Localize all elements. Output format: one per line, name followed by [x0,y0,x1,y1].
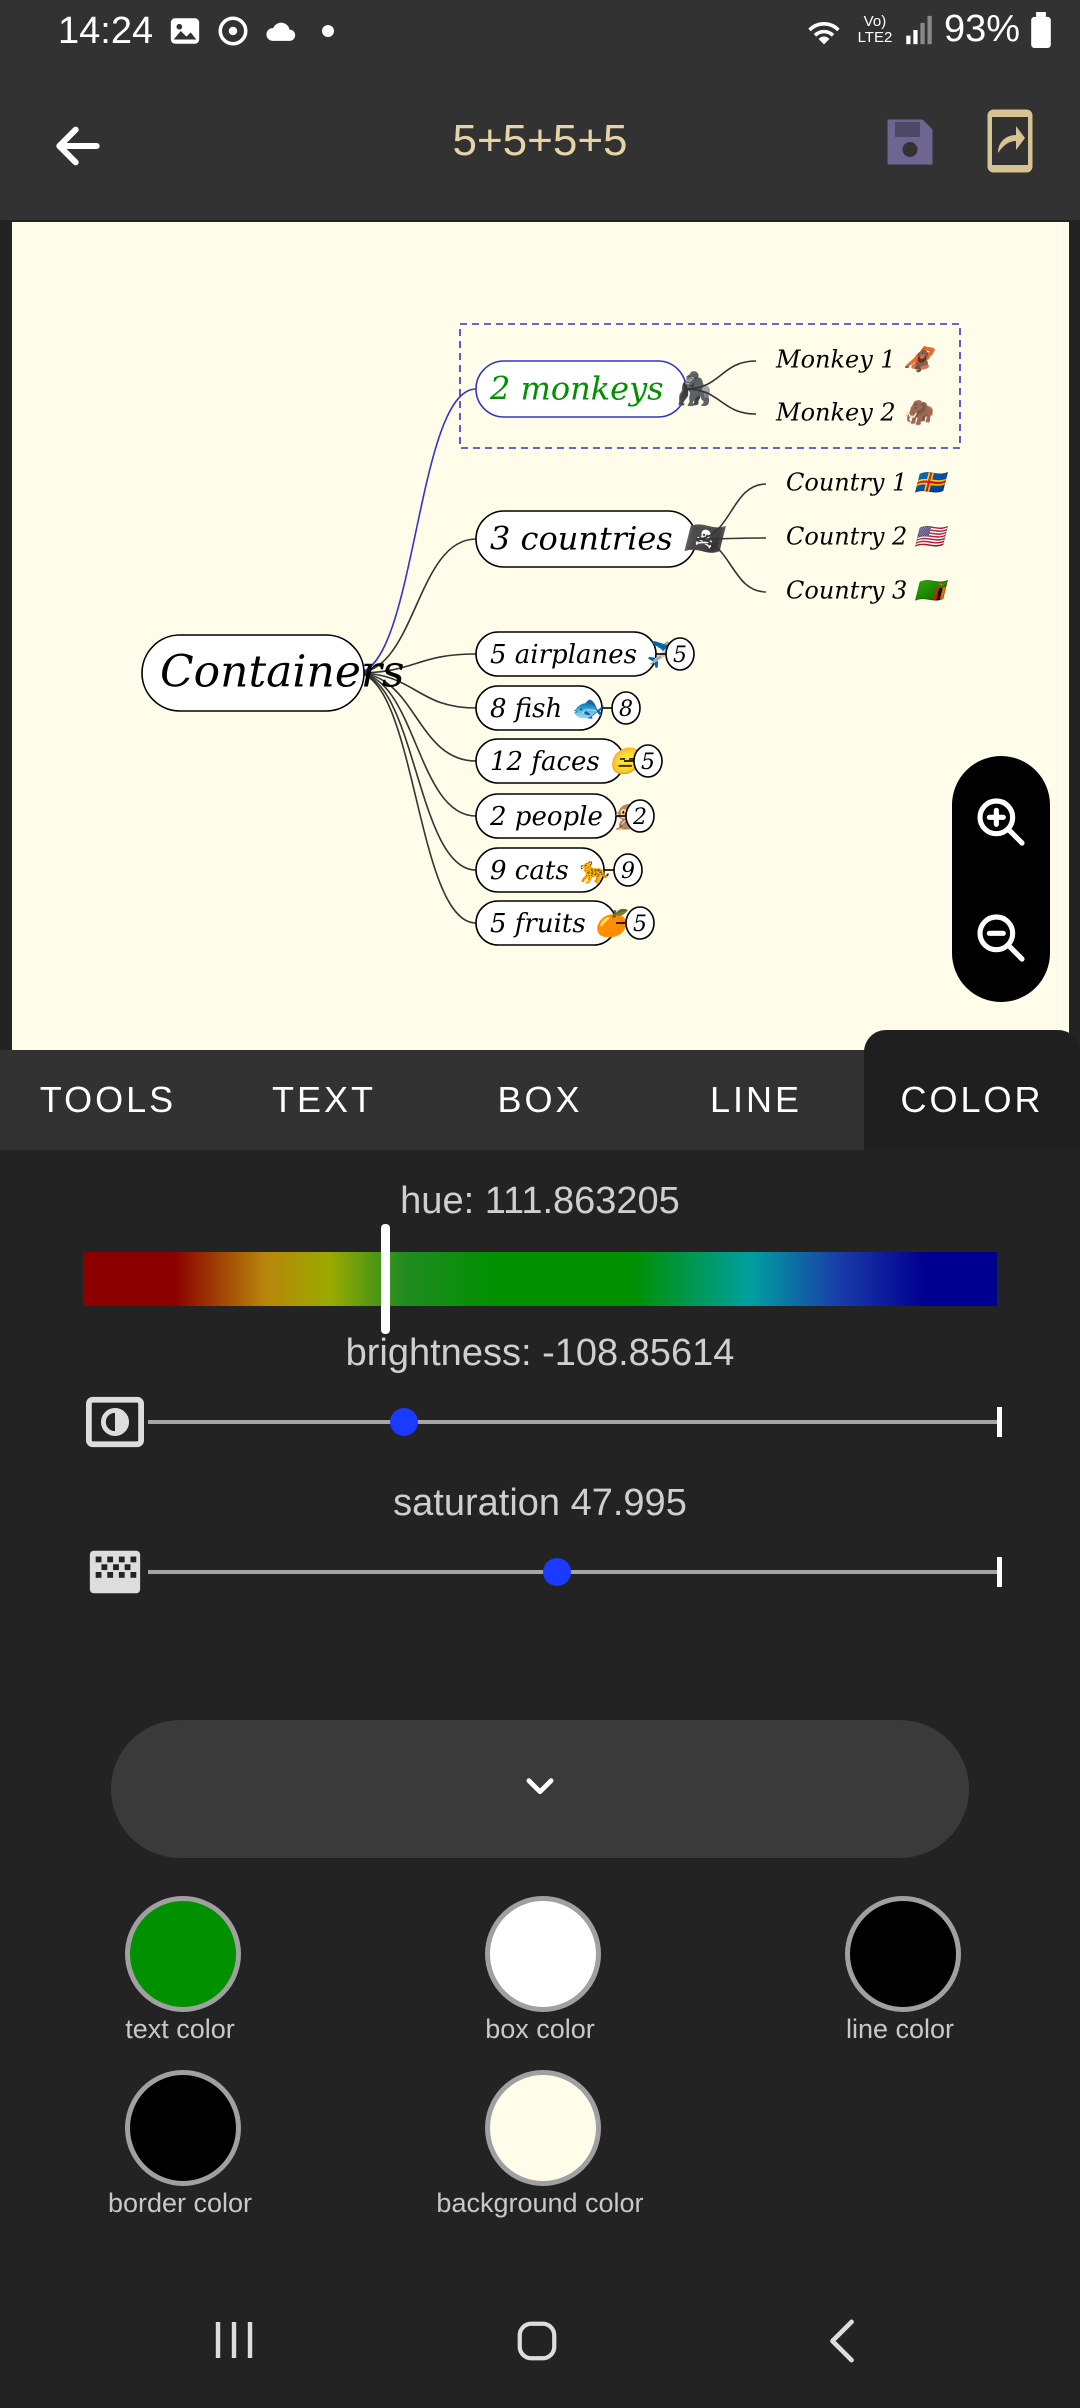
box-color-swatch[interactable] [485,1896,601,2012]
count-badge-label: 5 [633,912,647,937]
mindmap-child-label: Monkey 2 🦣 [775,399,937,427]
mindmap-node-label: 9 cats 🐆 [490,856,614,886]
tab-line[interactable]: LINE [648,1050,864,1150]
cloud-icon [266,22,296,41]
status-time: 14:24 [58,10,154,52]
zoom-out-icon[interactable] [973,910,1029,966]
connector-line [355,672,477,924]
tab-bar: TOOLS TEXT BOX LINE COLOR [0,1030,1080,1150]
tab-tools[interactable]: TOOLS [0,1050,216,1150]
mindmap-child-label: Monkey 1 🦧 [775,345,937,374]
mindmap-canvas[interactable]: Containers 2 monkeys 🦍 Monkey 1 🦧 Monkey 2 … [12,222,1069,1050]
collapse-button[interactable] [111,1720,969,1858]
chevron-down-icon [526,1778,554,1795]
battery-icon [1031,11,1051,48]
count-badge-label: 9 [621,859,635,884]
text-color-swatch[interactable] [125,1896,241,2012]
connector-line [355,388,477,674]
mindmap-node-label: 5 airplanes ✈️ [490,638,683,670]
saturation-label: saturation 47.995 [393,1482,687,1524]
brightness-label: brightness: -108.85614 [345,1332,735,1374]
hue-slider[interactable] [83,1252,997,1306]
count-badge-label: 8 [619,697,633,722]
hue-thumb[interactable] [381,1224,390,1334]
mindmap-node-label: 8 fish 🐟 [490,694,607,724]
home-icon[interactable] [514,2318,560,2364]
count-badge-label: 5 [641,750,655,775]
notification-dot [322,25,334,37]
mindmap-node-label: 2 monkeys 🦍 [489,370,719,408]
mindmap[interactable]: Containers 2 monkeys 🦍 Monkey 1 🦧 Monkey 2 … [12,222,1069,1050]
brightness-slider-end [997,1407,1002,1437]
save-icon[interactable] [880,112,940,172]
connector-line [355,672,477,871]
zoom-controls [952,756,1050,1002]
tab-text[interactable]: TEXT [216,1050,432,1150]
brightness-slider[interactable] [148,1420,1000,1424]
share-icon[interactable] [986,108,1034,174]
tab-box[interactable]: BOX [432,1050,648,1150]
line-color-swatch[interactable] [845,1896,961,2012]
background-color-label: background color [436,2188,644,2218]
saturation-slider[interactable] [148,1570,1000,1574]
app-bar: 5+5+5+5 [0,64,1080,220]
tab-color[interactable]: COLOR [864,1030,1080,1150]
mindmap-node-label: 3 countries 🏴‍☠️ [490,520,729,558]
wifi-icon [808,21,840,44]
saturation-slider-end [997,1557,1002,1587]
mindmap-root-label: Containers [160,647,404,698]
mindmap-child-label: Country 1 🇦🇽 [786,469,950,497]
gallery-icon [170,18,200,44]
status-bar: 14:24 Vo) LTE2 93% [0,0,1080,64]
border-color-swatch[interactable] [125,2070,241,2186]
signal-icon [906,15,932,44]
hue-label: hue: 111.863205 [400,1180,680,1222]
text-color-label: text color [125,2014,235,2044]
saturation-icon [89,1550,141,1594]
saturation-thumb[interactable] [543,1558,571,1586]
box-color-label: box color [485,2014,595,2044]
system-nav-bar [0,2278,1080,2408]
recent-apps-icon[interactable] [210,2318,258,2362]
brightness-icon [86,1396,144,1448]
zoom-in-icon[interactable] [973,794,1029,850]
line-color-label: line color [845,2014,955,2044]
brightness-thumb[interactable] [390,1408,418,1436]
mindmap-node-label: 12 faces 😑 [490,747,644,777]
back-icon[interactable] [822,2318,862,2364]
background-color-swatch[interactable] [485,2070,601,2186]
battery-percent: 93% [943,8,1020,50]
count-badge-label: 5 [673,643,687,668]
sync-icon [218,16,248,46]
mindmap-child-label: Country 2 🇺🇸 [786,523,950,551]
mindmap-child-label: Country 3 🇿🇲 [786,577,950,605]
color-panel: hue: 111.863205 brightness: -108.85614 s… [0,1150,1080,2278]
mindmap-node-label: 5 fruits 🍊 [490,908,634,939]
count-badge-label: 2 [632,805,647,830]
network-label: Vo) LTE2 [857,12,893,46]
border-color-label: border color [107,2188,253,2218]
